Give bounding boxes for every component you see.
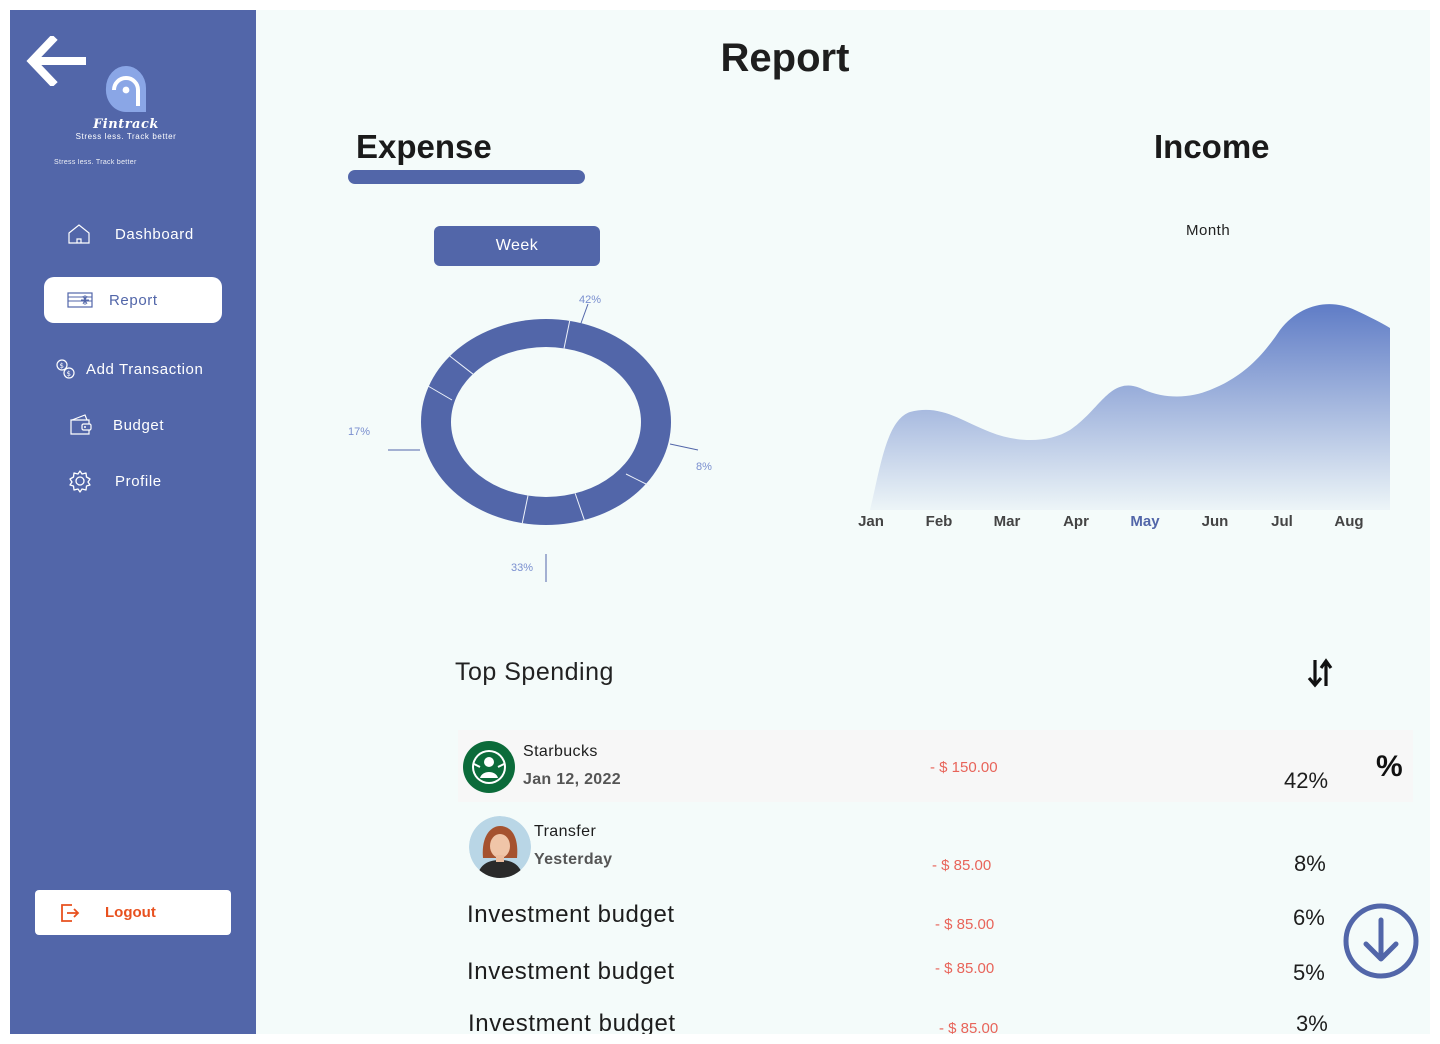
sidebar-item-budget[interactable]: Budget <box>68 412 164 438</box>
month-tick[interactable]: Mar <box>977 513 1037 530</box>
sort-icon[interactable] <box>1305 656 1337 690</box>
sidebar-item-dashboard[interactable]: Dashboard <box>66 221 194 247</box>
spending-name: Investment budget <box>467 958 675 985</box>
percent-toggle-icon[interactable]: % <box>1376 750 1403 784</box>
avatar <box>469 816 531 878</box>
spending-amount: - $ 85.00 <box>935 916 995 933</box>
spending-amount: - $ 85.00 <box>939 1020 999 1034</box>
month-filter[interactable]: Month <box>1186 222 1276 239</box>
spending-date: Yesterday <box>534 851 613 868</box>
spending-name: Transfer <box>534 823 597 840</box>
spending-amount: - $ 85.00 <box>935 960 995 977</box>
sidebar-item-add-transaction[interactable]: $ $ Add Transaction <box>54 356 203 382</box>
tab-expense[interactable]: Expense <box>356 128 492 166</box>
tab-active-indicator <box>348 170 585 184</box>
expense-donut-chart <box>388 303 699 582</box>
svg-text:$: $ <box>67 370 72 378</box>
month-tick[interactable]: Apr <box>1046 513 1106 530</box>
sidebar-item-label: Profile <box>115 472 162 490</box>
tab-income[interactable]: Income <box>1154 128 1270 166</box>
spending-percent: 3% <box>1296 1011 1328 1034</box>
page-title: Report <box>720 36 850 80</box>
donut-label-42: 42% <box>579 294 602 306</box>
wallet-icon <box>70 414 92 435</box>
spending-name: Starbucks <box>523 743 598 760</box>
donut-label-33: 33% <box>511 562 534 574</box>
week-filter-button[interactable]: Week <box>434 226 600 266</box>
logout-label: Logout <box>105 904 156 921</box>
month-tick[interactable]: Jun <box>1185 513 1245 530</box>
month-tick[interactable]: Aug <box>1319 513 1379 530</box>
donut-label-8: 8% <box>696 461 712 473</box>
brand-tagline: Stress less. Track better <box>75 132 177 141</box>
month-tick-active[interactable]: May <box>1115 513 1175 530</box>
svg-text:$: $ <box>60 362 65 370</box>
sidebar-item-profile[interactable]: Profile <box>68 468 162 494</box>
spending-date: Jan 12, 2022 <box>523 771 621 788</box>
top-spending-title: Top Spending <box>455 658 614 686</box>
sidebar-item-label: Budget <box>113 416 165 434</box>
spending-percent: 6% <box>1293 905 1325 930</box>
income-area-series <box>870 304 1390 510</box>
donut-leader-line <box>669 443 699 451</box>
donut-hole <box>451 347 641 497</box>
report-screen: Fintrack Stress less. Track better Stres… <box>10 10 1430 1034</box>
brand-tagline-small: Stress less. Track better <box>54 159 137 166</box>
month-tick[interactable]: Jan <box>841 513 901 530</box>
spending-amount: - $ 85.00 <box>932 857 992 874</box>
starbucks-logo <box>463 741 515 793</box>
download-icon[interactable] <box>1342 902 1420 980</box>
spending-name: Investment budget <box>468 1010 676 1034</box>
spending-percent: 8% <box>1294 851 1326 876</box>
donut-label-17: 17% <box>348 426 371 438</box>
month-tick[interactable]: Jul <box>1252 513 1312 530</box>
brand-name: Fintrack <box>93 117 159 132</box>
sidebar-item-label: Add Transaction <box>86 360 204 378</box>
month-tick[interactable]: Feb <box>909 513 969 530</box>
home-icon <box>68 224 90 244</box>
logout-icon <box>61 903 80 922</box>
income-area-chart <box>870 304 1390 510</box>
report-icon <box>67 292 93 308</box>
donut-leader-line <box>579 303 589 327</box>
sidebar-item-label: Report <box>109 291 158 309</box>
spending-name: Investment budget <box>467 901 675 928</box>
sidebar-item-report[interactable]: Report <box>44 277 222 323</box>
spending-percent: 42% <box>1284 768 1329 793</box>
sidebar: Fintrack Stress less. Track better Stres… <box>10 10 256 1034</box>
spending-percent: 5% <box>1293 960 1325 985</box>
logout-button[interactable]: Logout <box>35 890 231 935</box>
coins-icon: $ $ <box>56 359 75 379</box>
gear-icon <box>69 470 91 493</box>
spending-amount: - $ 150.00 <box>930 759 998 776</box>
sidebar-item-label: Dashboard <box>115 225 194 243</box>
